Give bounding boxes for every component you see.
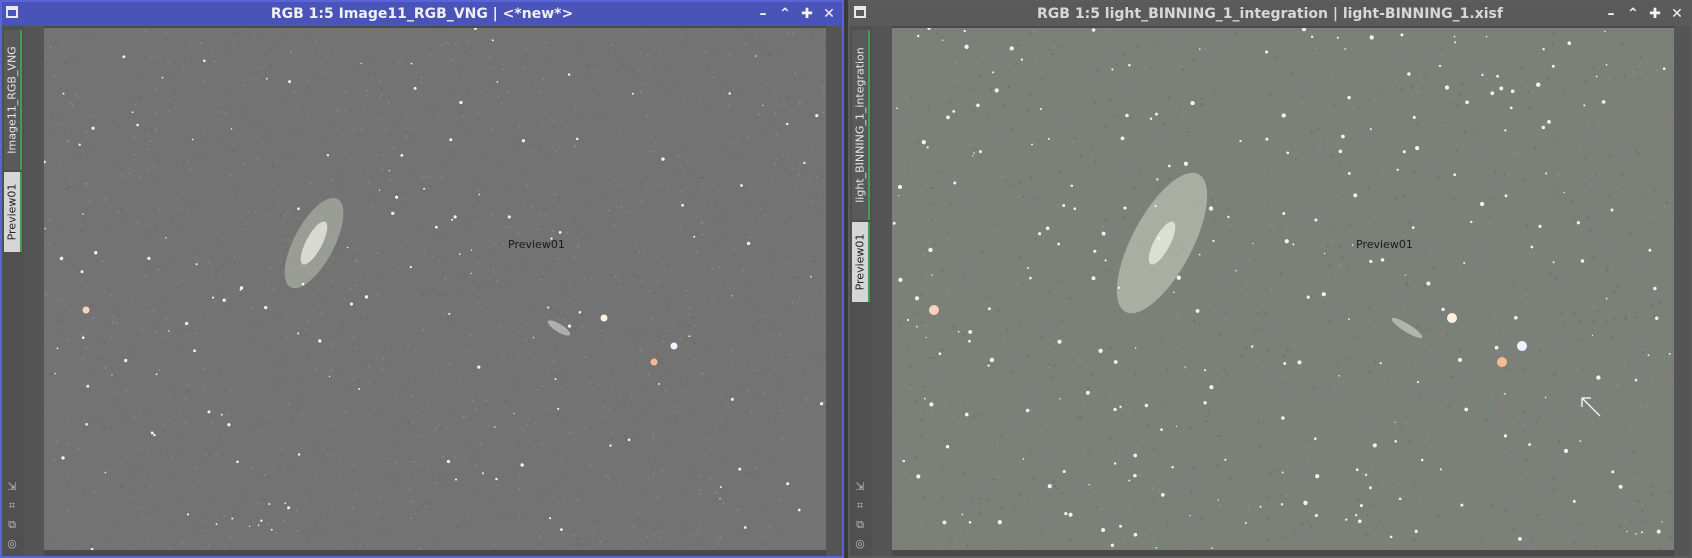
image-viewport[interactable]: Preview01 (44, 28, 826, 550)
tab-label: Preview01 (5, 183, 19, 241)
fit-icon[interactable]: ⇲ (853, 480, 867, 493)
cursor-icon (1581, 397, 1601, 417)
tab-main-view[interactable]: Image11_RGB_VNG (4, 30, 22, 170)
view-sidebar: Image11_RGB_VNG Preview01 ⇲ ⌗ ⧉ ◎ (2, 26, 24, 556)
window-title: RGB 1:5 Image11_RGB_VNG | <*new*> (270, 6, 574, 22)
shade-icon[interactable]: ⌃ (1626, 7, 1640, 21)
view-sidebar: light_BINNING_1_integration Preview01 ⇲ … (850, 26, 872, 556)
tab-preview01[interactable]: Preview01 (852, 222, 870, 302)
preview-label: Preview01 (1356, 238, 1413, 251)
close-icon[interactable]: ✕ (822, 7, 836, 21)
clone-icon[interactable]: ⧉ (5, 518, 19, 531)
clone-icon[interactable]: ⧉ (853, 518, 867, 531)
title-bar[interactable]: RGB 1:5 light_BINNING_1_integration | li… (850, 2, 1690, 26)
maximize-icon[interactable]: ✚ (800, 7, 814, 21)
image-window-left[interactable]: RGB 1:5 Image11_RGB_VNG | <*new*> – ⌃ ✚ … (0, 0, 844, 558)
shade-icon[interactable]: ⌃ (778, 7, 792, 21)
minimize-icon[interactable]: – (756, 7, 770, 21)
minimize-icon[interactable]: – (1604, 7, 1618, 21)
settings-icon[interactable]: ◎ (5, 537, 19, 550)
astro-image (892, 28, 1674, 550)
astro-image (44, 28, 826, 550)
title-bar[interactable]: RGB 1:5 Image11_RGB_VNG | <*new*> – ⌃ ✚ … (2, 2, 842, 26)
maximize-icon[interactable]: ✚ (1648, 7, 1662, 21)
close-icon[interactable]: ✕ (1670, 7, 1684, 21)
tab-main-view[interactable]: light_BINNING_1_integration (852, 30, 870, 220)
image-viewport[interactable]: Preview01 (892, 28, 1674, 550)
zoom-icon[interactable]: ⌗ (853, 499, 867, 512)
window-title: RGB 1:5 light_BINNING_1_integration | li… (1037, 6, 1503, 22)
fit-icon[interactable]: ⇲ (5, 480, 19, 493)
tab-preview01[interactable]: Preview01 (4, 172, 22, 252)
settings-icon[interactable]: ◎ (853, 537, 867, 550)
image-window-right[interactable]: RGB 1:5 light_BINNING_1_integration | li… (848, 0, 1692, 558)
tab-label: light_BINNING_1_integration (853, 47, 867, 203)
zoom-icon[interactable]: ⌗ (5, 499, 19, 512)
tab-label: Preview01 (853, 233, 867, 291)
preview-label: Preview01 (508, 238, 565, 251)
tab-label: Image11_RGB_VNG (5, 46, 19, 154)
